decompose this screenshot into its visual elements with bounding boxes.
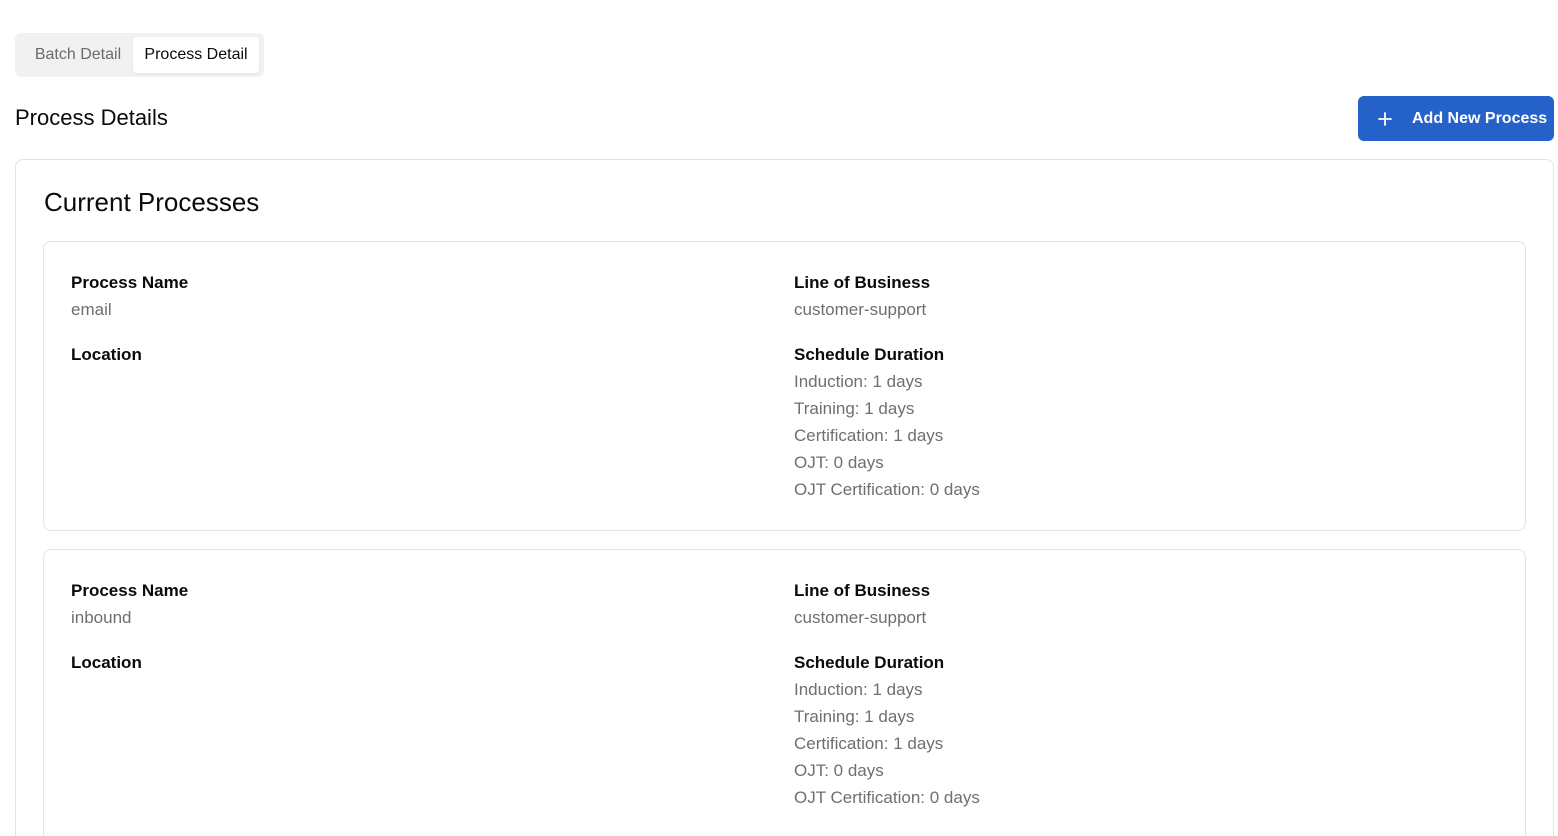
duration-induction: Induction: 1 days <box>794 372 923 391</box>
process-name-label: Process Name <box>71 273 189 292</box>
duration-training: Training: 1 days <box>794 707 915 726</box>
schedule-duration-label: Schedule Duration <box>794 653 945 672</box>
plus-icon <box>1378 111 1392 126</box>
page-title: Process Details <box>15 105 168 130</box>
duration-training: Training: 1 days <box>794 399 915 418</box>
page: Batch Detail Process Detail Process Deta… <box>0 0 1558 836</box>
duration-ojt: OJT: 0 days <box>794 453 884 472</box>
add-new-process-label: Add New Process <box>1412 109 1548 127</box>
duration-ojt-certification: OJT Certification: 0 days <box>794 480 980 499</box>
line-of-business-label: Line of Business <box>794 273 931 292</box>
duration-certification: Certification: 1 days <box>794 734 944 753</box>
line-of-business-value: customer-support <box>794 608 927 627</box>
process-name-value: email <box>71 300 112 319</box>
process-card: Process Name inbound Location Line of Bu… <box>43 549 1526 836</box>
process-left-column: Process Name inbound Location <box>71 577 751 676</box>
process-right-column: Line of Business customer-support Schedu… <box>794 577 1474 811</box>
section-title: Current Processes <box>44 187 260 217</box>
duration-ojt-certification: OJT Certification: 0 days <box>794 788 980 807</box>
location-label: Location <box>71 345 142 364</box>
tab-batch-detail[interactable]: Batch Detail <box>19 37 133 73</box>
process-name-value: inbound <box>71 608 132 627</box>
line-of-business-value: customer-support <box>794 300 927 319</box>
process-name-label: Process Name <box>71 581 189 600</box>
duration-ojt: OJT: 0 days <box>794 761 884 780</box>
location-label: Location <box>71 653 142 672</box>
process-left-column: Process Name email Location <box>71 269 751 368</box>
duration-certification: Certification: 1 days <box>794 426 944 445</box>
tab-process-detail[interactable]: Process Detail <box>133 37 259 73</box>
tab-list: Batch Detail Process Detail <box>15 33 264 77</box>
line-of-business-label: Line of Business <box>794 581 931 600</box>
current-processes-card: Current Processes Process Name email Loc… <box>15 159 1554 836</box>
process-card: Process Name email Location Line of Busi… <box>43 241 1526 531</box>
add-new-process-button[interactable]: Add New Process <box>1358 96 1554 141</box>
process-right-column: Line of Business customer-support Schedu… <box>794 269 1474 503</box>
schedule-duration-label: Schedule Duration <box>794 345 945 364</box>
duration-induction: Induction: 1 days <box>794 680 923 699</box>
